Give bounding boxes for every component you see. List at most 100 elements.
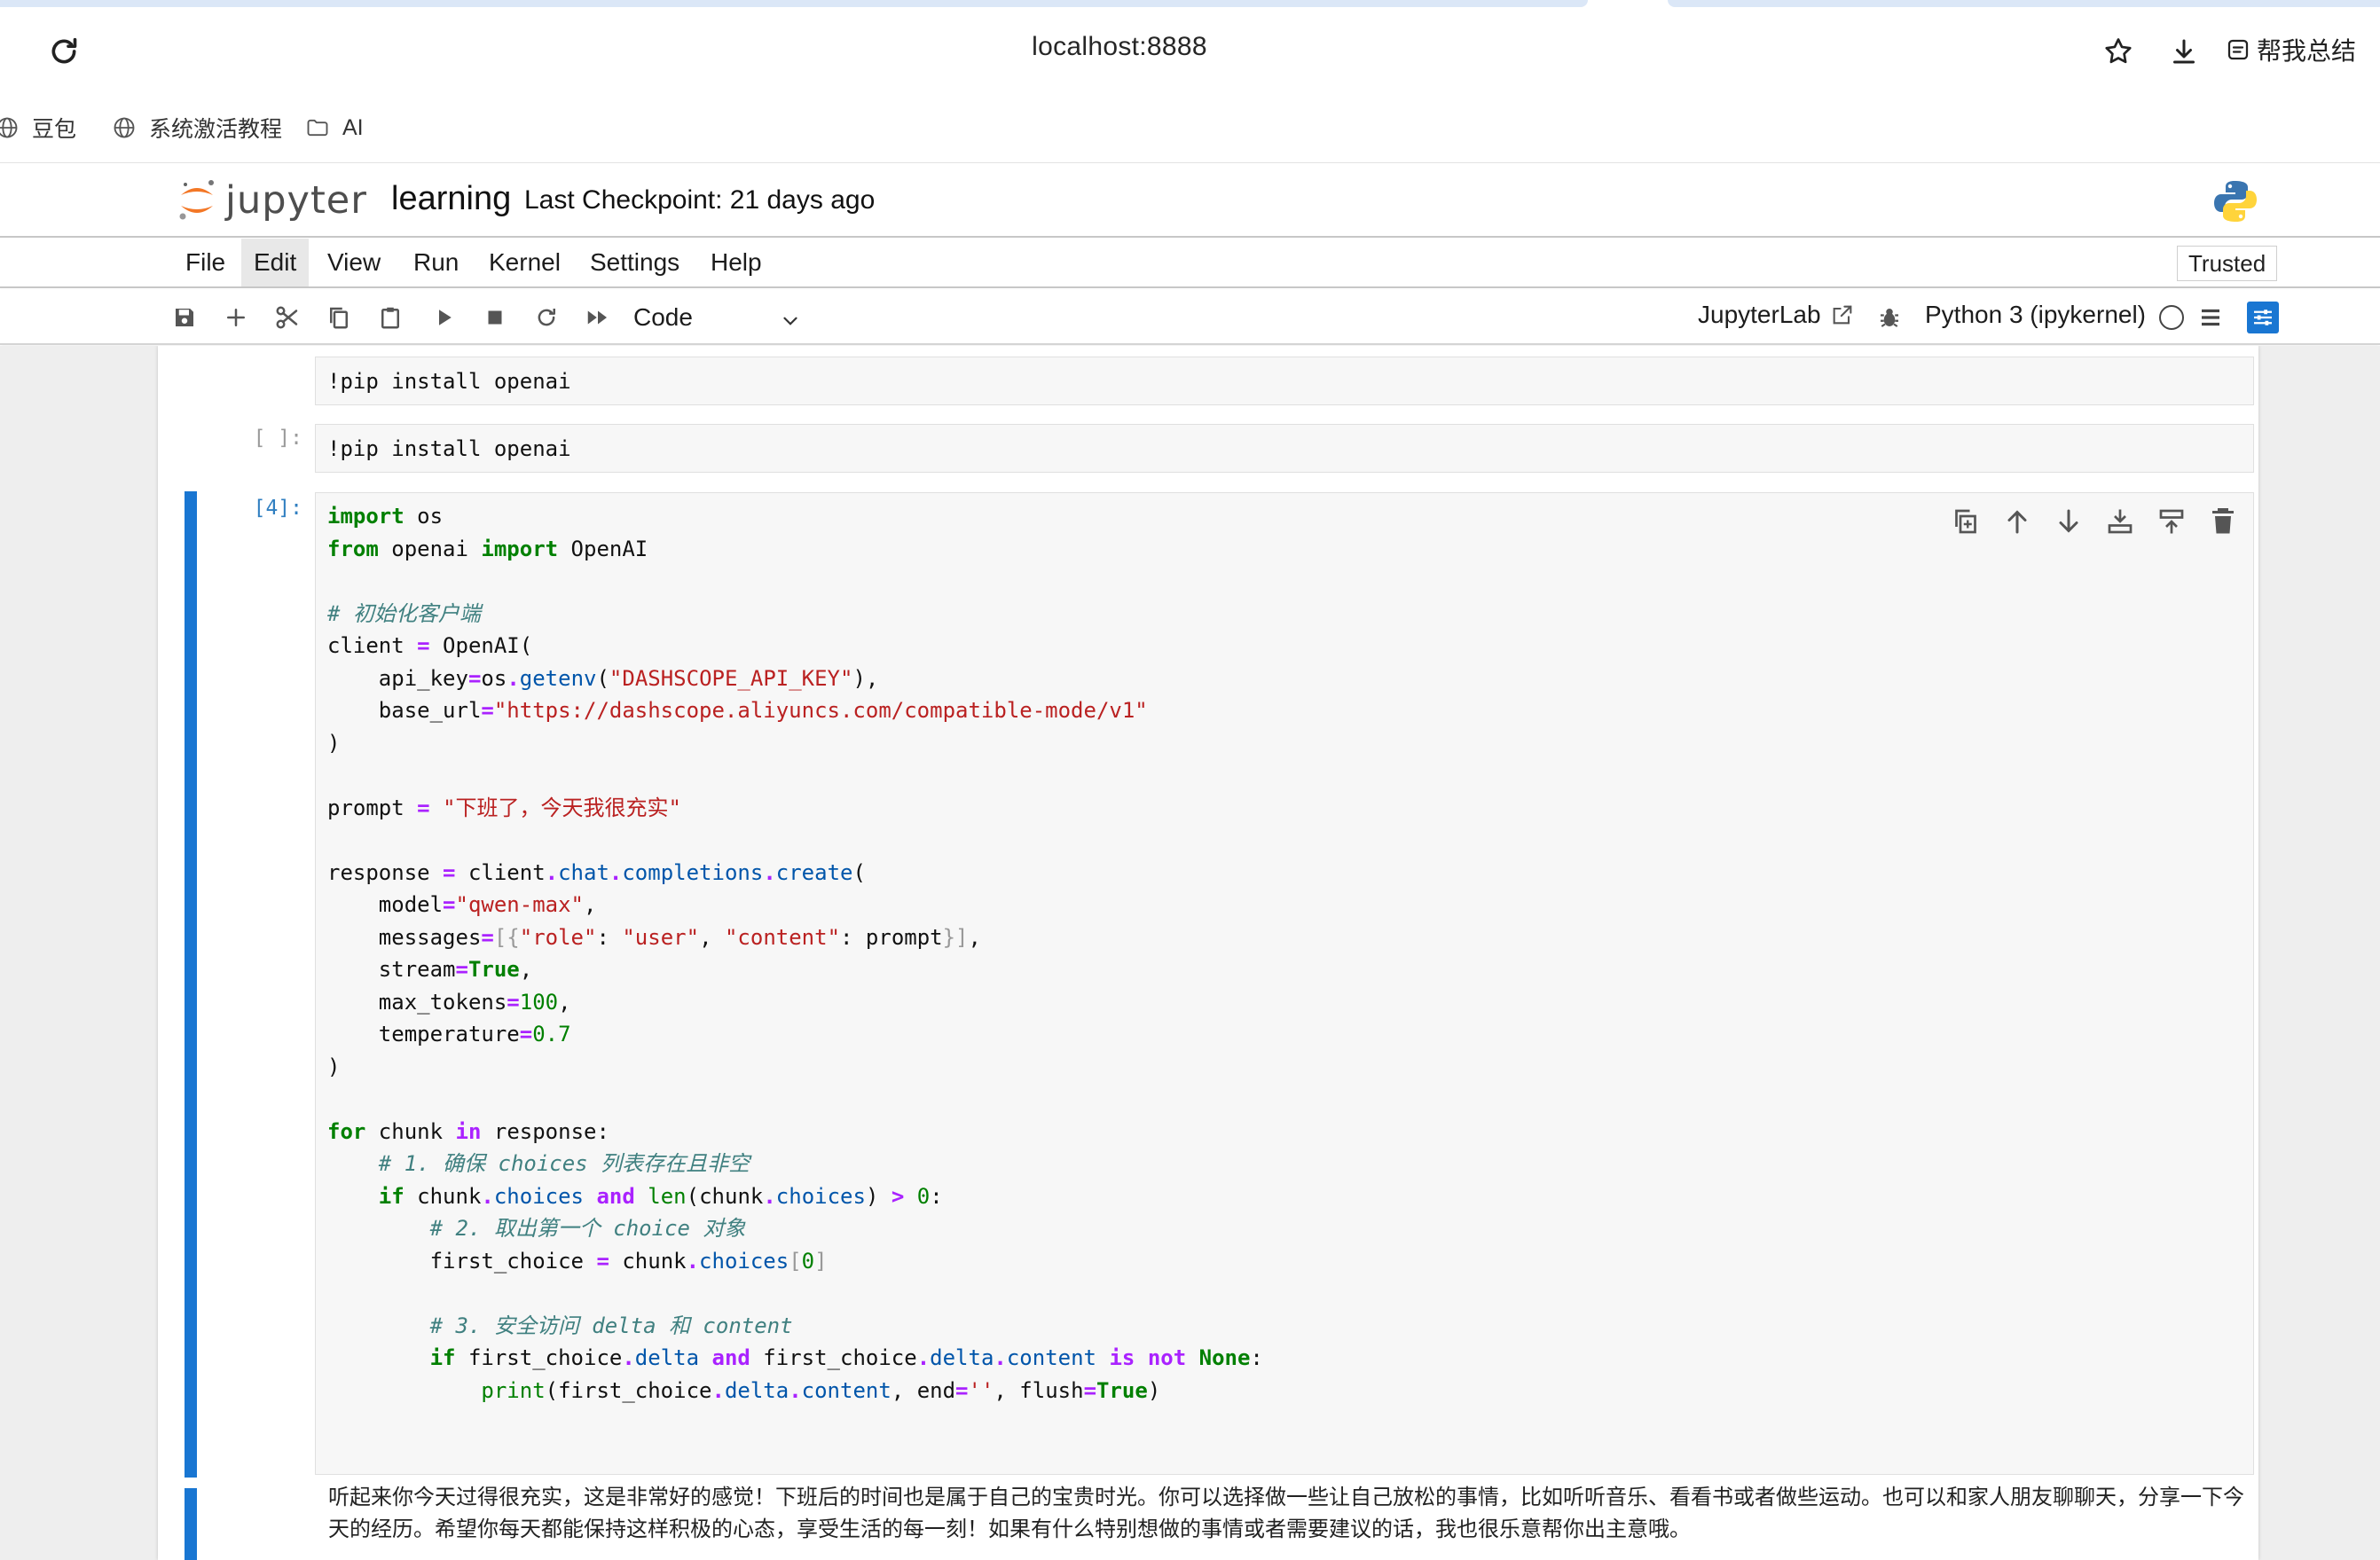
kernel-name[interactable]: Python 3 (ipykernel) — [1925, 301, 2146, 329]
chevron-down-icon — [783, 317, 797, 325]
kernel-status-idle-icon — [2159, 305, 2184, 330]
menu-edit[interactable]: Edit — [241, 239, 310, 286]
code-line: !pip install openai — [327, 436, 571, 461]
code-line: # 1. 确保 choices 列表存在且非空 — [378, 1151, 750, 1176]
menu-view[interactable]: View — [315, 239, 393, 286]
menu-bar: File Edit View Run Kernel Settings Help … — [0, 239, 2380, 288]
save-icon[interactable] — [169, 302, 200, 333]
delete-cell-icon[interactable] — [2207, 506, 2239, 537]
code-line: response = client.chat.completions.creat… — [327, 859, 866, 885]
download-icon[interactable] — [2168, 35, 2200, 67]
summary-label: 帮我总结 — [2257, 37, 2357, 65]
code-line: max_tokens=100, — [327, 989, 571, 1015]
restart-icon[interactable] — [530, 302, 562, 333]
code-line: print(first_choice.delta.content, end=''… — [481, 1377, 1161, 1403]
jupyter-header: jupyter learning Last Checkpoint: 21 day… — [0, 164, 2380, 238]
cell-prompt: [ ]: — [253, 427, 302, 450]
bookmark-folder-ai[interactable]: AI — [305, 112, 364, 144]
paste-icon[interactable] — [374, 302, 406, 333]
stop-icon[interactable] — [479, 302, 511, 333]
external-link-icon — [1833, 305, 1851, 325]
url-text[interactable]: localhost:8888 — [0, 32, 2239, 62]
tab-strip — [0, 0, 2380, 7]
menu-settings[interactable]: Settings — [577, 239, 692, 286]
duplicate-cell-icon[interactable] — [1950, 506, 1982, 537]
bookmark-activation-guide[interactable]: 系统激活教程 — [112, 112, 282, 144]
code-line: model="qwen-max", — [327, 892, 597, 917]
folder-icon — [307, 119, 328, 137]
debugger-icon[interactable] — [1873, 302, 1905, 333]
menu-help[interactable]: Help — [698, 239, 774, 286]
code-line: # 初始化客户端 — [327, 600, 481, 626]
menu-kernel[interactable]: Kernel — [476, 239, 573, 286]
jupyterlab-link[interactable]: JupyterLab — [1698, 301, 1855, 329]
code-line: # 2. 取出第一个 choice 对象 — [429, 1216, 746, 1241]
menu-run[interactable]: Run — [401, 239, 471, 286]
code-line: for chunk in response: — [327, 1118, 609, 1144]
output-collapser[interactable] — [185, 1488, 197, 1560]
address-bar: localhost:8888 帮我总结 — [0, 7, 2380, 92]
jupyterlab-link-label: JupyterLab — [1698, 301, 1821, 328]
code-line: if chunk.choices and len(chunk.choices) … — [378, 1183, 943, 1209]
jupyter-logo-icon — [179, 180, 214, 220]
bookmark-doubao[interactable]: 豆包 — [0, 112, 76, 144]
notebook-panel: !pip install openai [ ]: !pip install op… — [158, 346, 2258, 1560]
copy-icon[interactable] — [323, 302, 355, 333]
restart-run-all-icon[interactable] — [582, 302, 614, 333]
summary-button[interactable]: 帮我总结 — [2225, 32, 2356, 67]
insert-above-icon[interactable] — [2104, 506, 2136, 537]
globe-icon — [114, 117, 135, 138]
star-icon[interactable] — [2102, 35, 2134, 67]
code-line: first_choice = chunk.choices[0] — [327, 1248, 828, 1274]
menu-lines-icon[interactable] — [2195, 302, 2227, 333]
cell-output-text: 听起来你今天过得很充实，这是非常好的感觉！下班后的时间也是属于自己的宝贵时光。你… — [328, 1485, 2244, 1541]
insert-below-icon[interactable] — [2156, 506, 2188, 537]
code-line: api_key=os.getenv("DASHSCOPE_API_KEY"), — [327, 665, 879, 691]
menu-file[interactable]: File — [173, 239, 238, 286]
code-line: temperature=0.7 — [327, 1022, 571, 1047]
run-icon[interactable] — [428, 302, 460, 333]
code-line: client = OpenAI( — [327, 633, 533, 658]
cell-toolbar — [1950, 506, 2239, 537]
move-down-icon[interactable] — [2053, 506, 2085, 537]
jupyter-wordmark: jupyter — [225, 178, 367, 223]
trusted-badge[interactable]: Trusted — [2177, 246, 2278, 281]
code-cell-input[interactable]: !pip install openai — [315, 357, 2254, 405]
code-line: !pip install openai — [327, 369, 571, 394]
bookmark-label: 豆包 — [32, 117, 77, 142]
code-line: stream=True, — [327, 957, 533, 982]
bookmark-label: 系统激活教程 — [149, 117, 283, 142]
cell-type-select[interactable]: Code — [633, 299, 802, 336]
cell-type-value: Code — [633, 303, 693, 331]
code-line: messages=[{"role": "user", "content": pr… — [327, 924, 981, 950]
cut-icon[interactable] — [271, 302, 303, 333]
document-icon — [2227, 39, 2249, 60]
property-inspector-icon[interactable] — [2247, 302, 2279, 333]
notebook-area: !pip install openai [ ]: !pip install op… — [0, 346, 2380, 1560]
notebook-title[interactable]: learning — [391, 180, 511, 218]
notebook-toolbar: Code JupyterLab Python 3 (ipykernel) — [0, 290, 2380, 345]
move-up-icon[interactable] — [2001, 506, 2033, 537]
globe-icon — [0, 117, 18, 138]
code-cell-input[interactable]: !pip install openai — [315, 424, 2254, 473]
jupyter-logo[interactable]: jupyter — [177, 173, 367, 228]
cell-collapser[interactable] — [185, 491, 197, 1478]
code-cell-input[interactable]: import os from openai import OpenAI # 初始… — [315, 492, 2254, 1475]
python-logo-icon — [2212, 178, 2258, 224]
bookmark-label: AI — [342, 114, 364, 140]
code-line: if first_choice.delta and first_choice.d… — [429, 1345, 1263, 1370]
code-line: ) — [327, 1054, 341, 1079]
checkpoint-status: Last Checkpoint: 21 days ago — [524, 185, 876, 215]
add-cell-icon[interactable] — [220, 302, 252, 333]
code-line: base_url="https://dashscope.aliyuncs.com… — [327, 698, 1148, 723]
code-line: prompt = "下班了，今天我很充实" — [327, 795, 681, 820]
cell-prompt: [4]: — [253, 497, 302, 520]
code-line: ) — [327, 730, 341, 756]
bookmarks-bar: 豆包 系统激活教程 AI — [0, 92, 2380, 163]
code-line: # 3. 安全访问 delta 和 content — [429, 1313, 793, 1338]
